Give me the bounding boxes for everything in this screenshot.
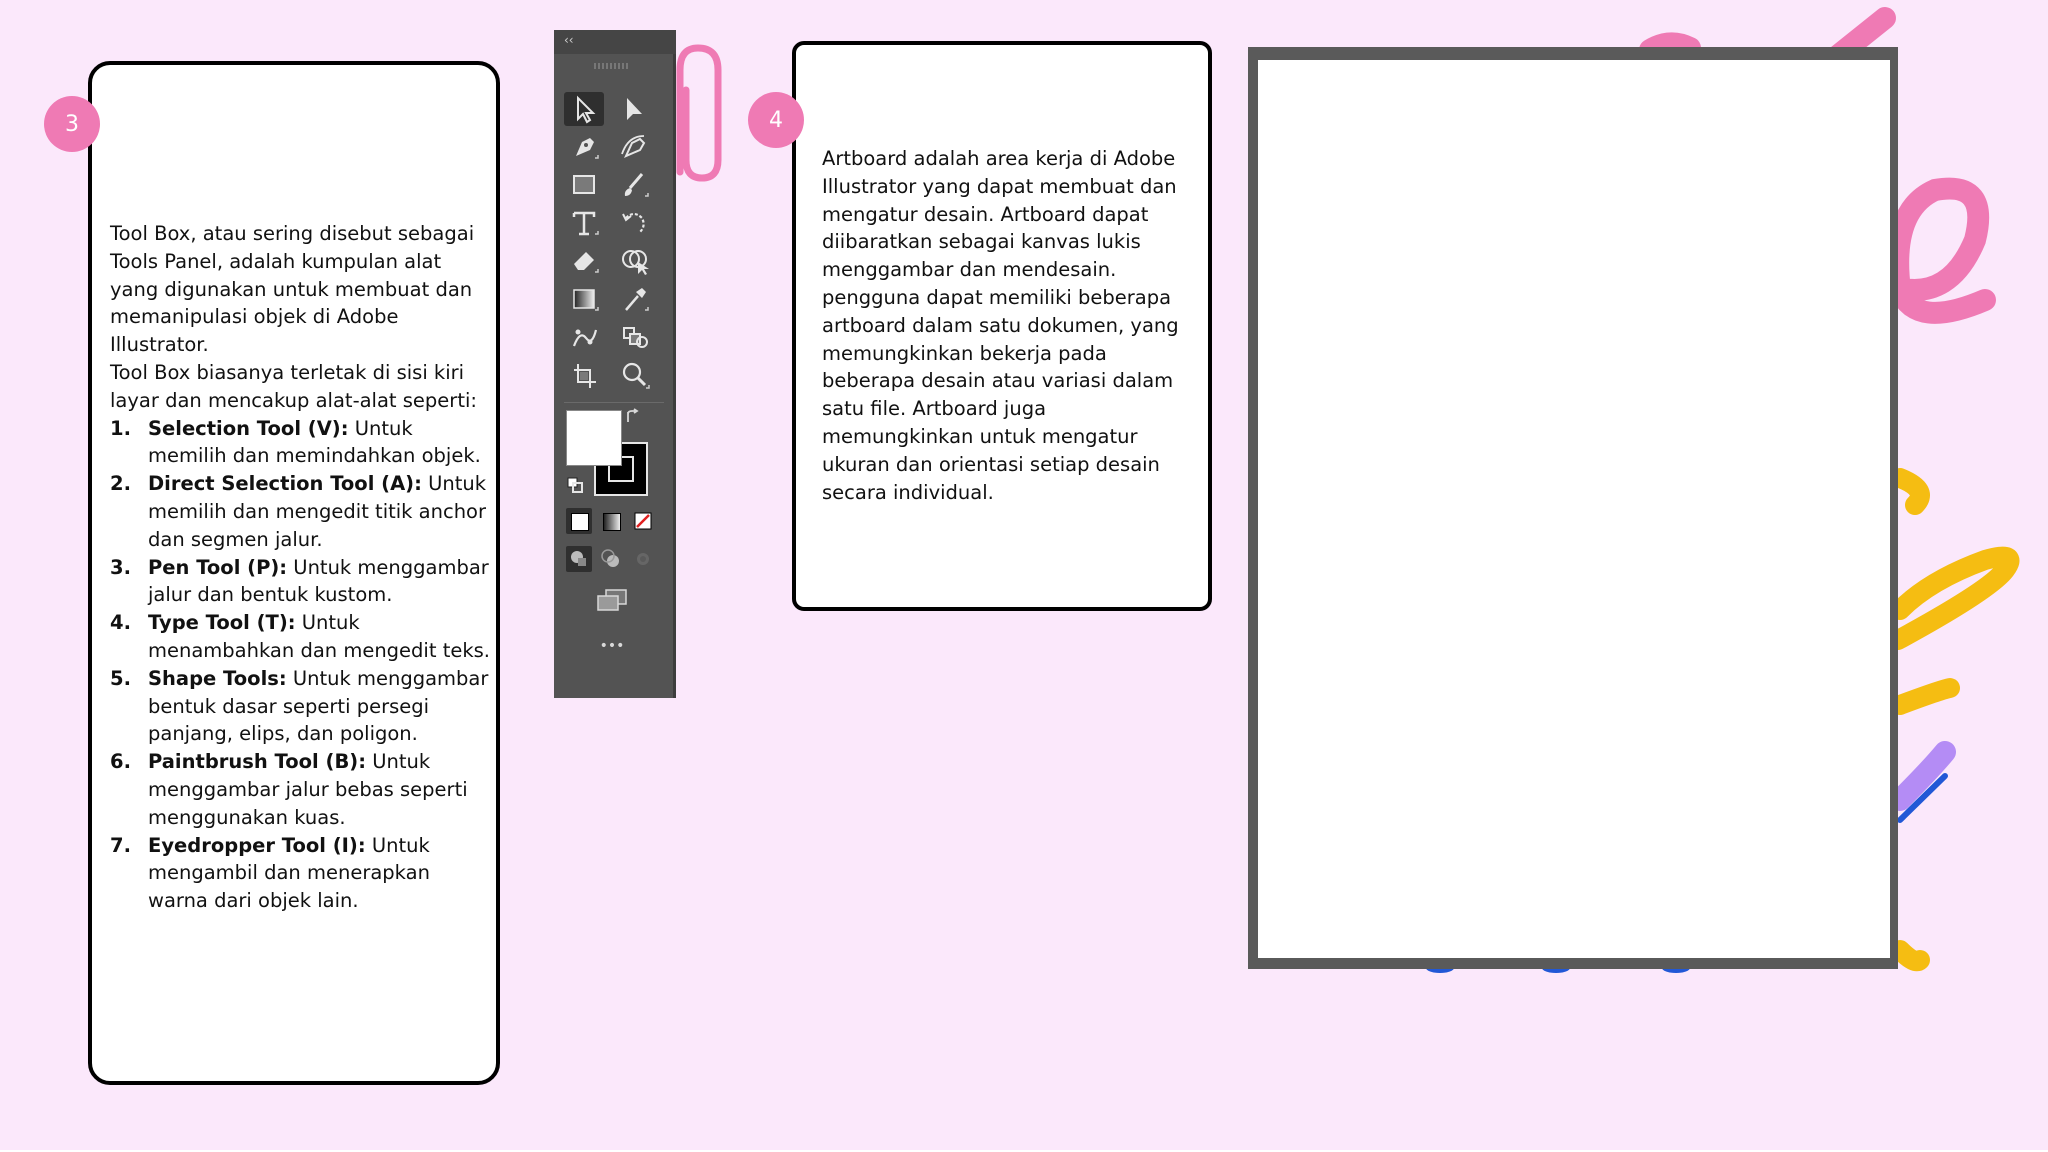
pen-tool[interactable] xyxy=(564,130,604,164)
none-mode-button[interactable] xyxy=(630,508,656,534)
list-item: 7. Eyedropper Tool (I): Untuk mengambil d… xyxy=(110,833,430,913)
direct-selection-arrow-icon xyxy=(627,98,642,120)
color-mode-button[interactable] xyxy=(566,508,592,534)
rectangle-tool[interactable] xyxy=(564,168,604,202)
more-tools-button[interactable]: ••• xyxy=(592,636,632,656)
swap-fill-stroke-icon[interactable] xyxy=(624,408,642,426)
symbol-sprayer-icon xyxy=(623,327,648,348)
tool-list: 1. Selection Tool (V): Untuk memilih dan … xyxy=(110,415,490,915)
curvature-pen-icon xyxy=(621,135,646,158)
slide-number-badge: 4 xyxy=(748,92,804,148)
illustrator-toolbox: ‹‹ ••• xyxy=(554,30,676,698)
toolbox-divider xyxy=(564,402,664,403)
none-icon xyxy=(634,512,652,530)
list-item: 3. Pen Tool (P): Untuk menggambar jalur d… xyxy=(110,555,489,607)
type-tool[interactable] xyxy=(564,206,604,240)
yellow-squiggle-doodle xyxy=(1888,468,2020,972)
fill-swatch[interactable] xyxy=(566,410,622,466)
collapse-icon[interactable]: ‹‹ xyxy=(564,33,574,47)
zoom-icon xyxy=(622,362,650,389)
eyedropper-icon xyxy=(625,288,649,311)
curvature-tool[interactable] xyxy=(614,130,654,164)
list-item: 5. Shape Tools: Untuk menggambar bentuk d… xyxy=(110,666,489,746)
gradient-tool[interactable] xyxy=(564,282,604,316)
symbol-sprayer-tool[interactable] xyxy=(614,320,654,354)
screen-mode-icon xyxy=(597,589,627,611)
gradient-mode-button[interactable] xyxy=(598,508,624,534)
selection-tool[interactable] xyxy=(564,92,604,126)
artboard-description-text: Artboard adalah area kerja di Adobe Illu… xyxy=(822,147,1179,504)
drag-handle[interactable] xyxy=(594,63,628,69)
selection-arrow-icon xyxy=(577,95,596,124)
paintbrush-tool[interactable] xyxy=(614,168,654,202)
direct-selection-tool[interactable] xyxy=(614,92,654,126)
paintbrush-icon xyxy=(624,173,649,197)
draw-behind-button[interactable] xyxy=(598,546,624,572)
shape-builder-icon xyxy=(622,250,649,275)
shape-builder-tool[interactable] xyxy=(614,244,654,278)
eyedropper-tool[interactable] xyxy=(614,282,654,316)
toolbox-location-paragraph: Tool Box biasanya terletak di sisi kiri … xyxy=(110,360,477,412)
eraser-tool[interactable] xyxy=(564,244,604,278)
puppet-warp-tool[interactable] xyxy=(564,320,604,354)
purple-stroke-doodle xyxy=(1889,741,1956,823)
artboard-canvas[interactable] xyxy=(1258,60,1890,958)
toolbox-description-text: Tool Box, atau sering disebut sebagai To… xyxy=(110,220,490,915)
eraser-icon xyxy=(574,252,599,273)
paperclip-doodle xyxy=(676,44,722,182)
list-item: 4. Type Tool (T): Untuk menambahkan dan m… xyxy=(110,611,490,662)
artboard-tool[interactable] xyxy=(564,358,604,392)
zoom-tool[interactable] xyxy=(614,358,654,392)
draw-normal-button[interactable] xyxy=(566,546,592,572)
toolbox-intro-paragraph: Tool Box, atau sering disebut sebagai To… xyxy=(110,222,475,357)
list-item: 2. Direct Selection Tool (A): Untuk memil… xyxy=(110,472,487,551)
puppet-warp-icon xyxy=(572,329,598,347)
pen-icon xyxy=(576,138,599,159)
list-item: 1. Selection Tool (V): Untuk memilih dan … xyxy=(110,416,481,468)
type-t-icon xyxy=(572,211,599,236)
toolbox-header[interactable]: ‹‹ xyxy=(554,30,676,54)
rotate-icon xyxy=(622,212,645,233)
rotate-tool[interactable] xyxy=(614,206,654,240)
default-fill-stroke-icon[interactable] xyxy=(566,476,584,494)
gradient-icon xyxy=(573,289,599,311)
slide-number-badge: 3 xyxy=(44,96,100,152)
list-item: 6. Paintbrush Tool (B): Untuk menggambar … xyxy=(110,750,468,829)
draw-inside-button[interactable] xyxy=(630,546,656,572)
artboard-crop-icon xyxy=(574,364,596,388)
screen-mode-button[interactable] xyxy=(592,586,632,616)
rectangle-icon xyxy=(573,175,595,194)
